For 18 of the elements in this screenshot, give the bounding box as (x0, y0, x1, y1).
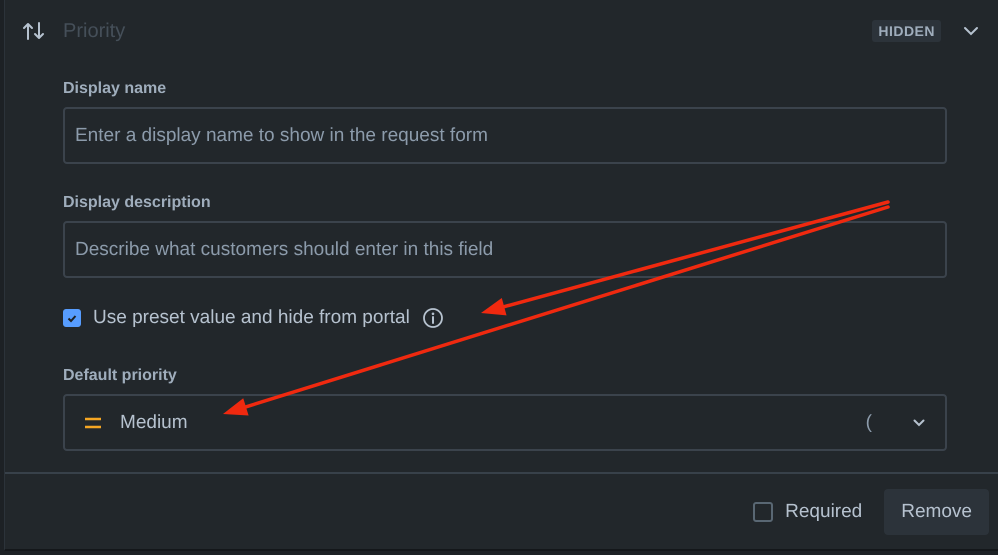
medium-priority-icon (84, 416, 102, 430)
status-badge: HIDDEN (872, 20, 941, 42)
sort-arrows-icon (22, 21, 46, 41)
input-field[interactable]: Describe what customers should enter in this field (63, 221, 947, 278)
loading-glyph: ( (866, 412, 872, 434)
checkbox-label: Required (785, 501, 862, 523)
input-field[interactable]: Enter a display name to show in the request form (63, 107, 947, 164)
priority-select[interactable]: Medium ( (63, 394, 947, 451)
checkbox-label: Use preset value and hide from portal (93, 307, 410, 329)
field-label: Display name (63, 80, 168, 98)
chevron-down-icon (963, 26, 979, 36)
info-icon[interactable] (422, 307, 444, 329)
field-label: Default priority (63, 367, 178, 385)
checkbox[interactable] (63, 309, 81, 327)
remove-button[interactable]: Remove (884, 489, 989, 535)
checkbox[interactable] (753, 502, 774, 522)
chevron-down-icon (913, 418, 925, 426)
field-label: Display description (63, 194, 212, 212)
